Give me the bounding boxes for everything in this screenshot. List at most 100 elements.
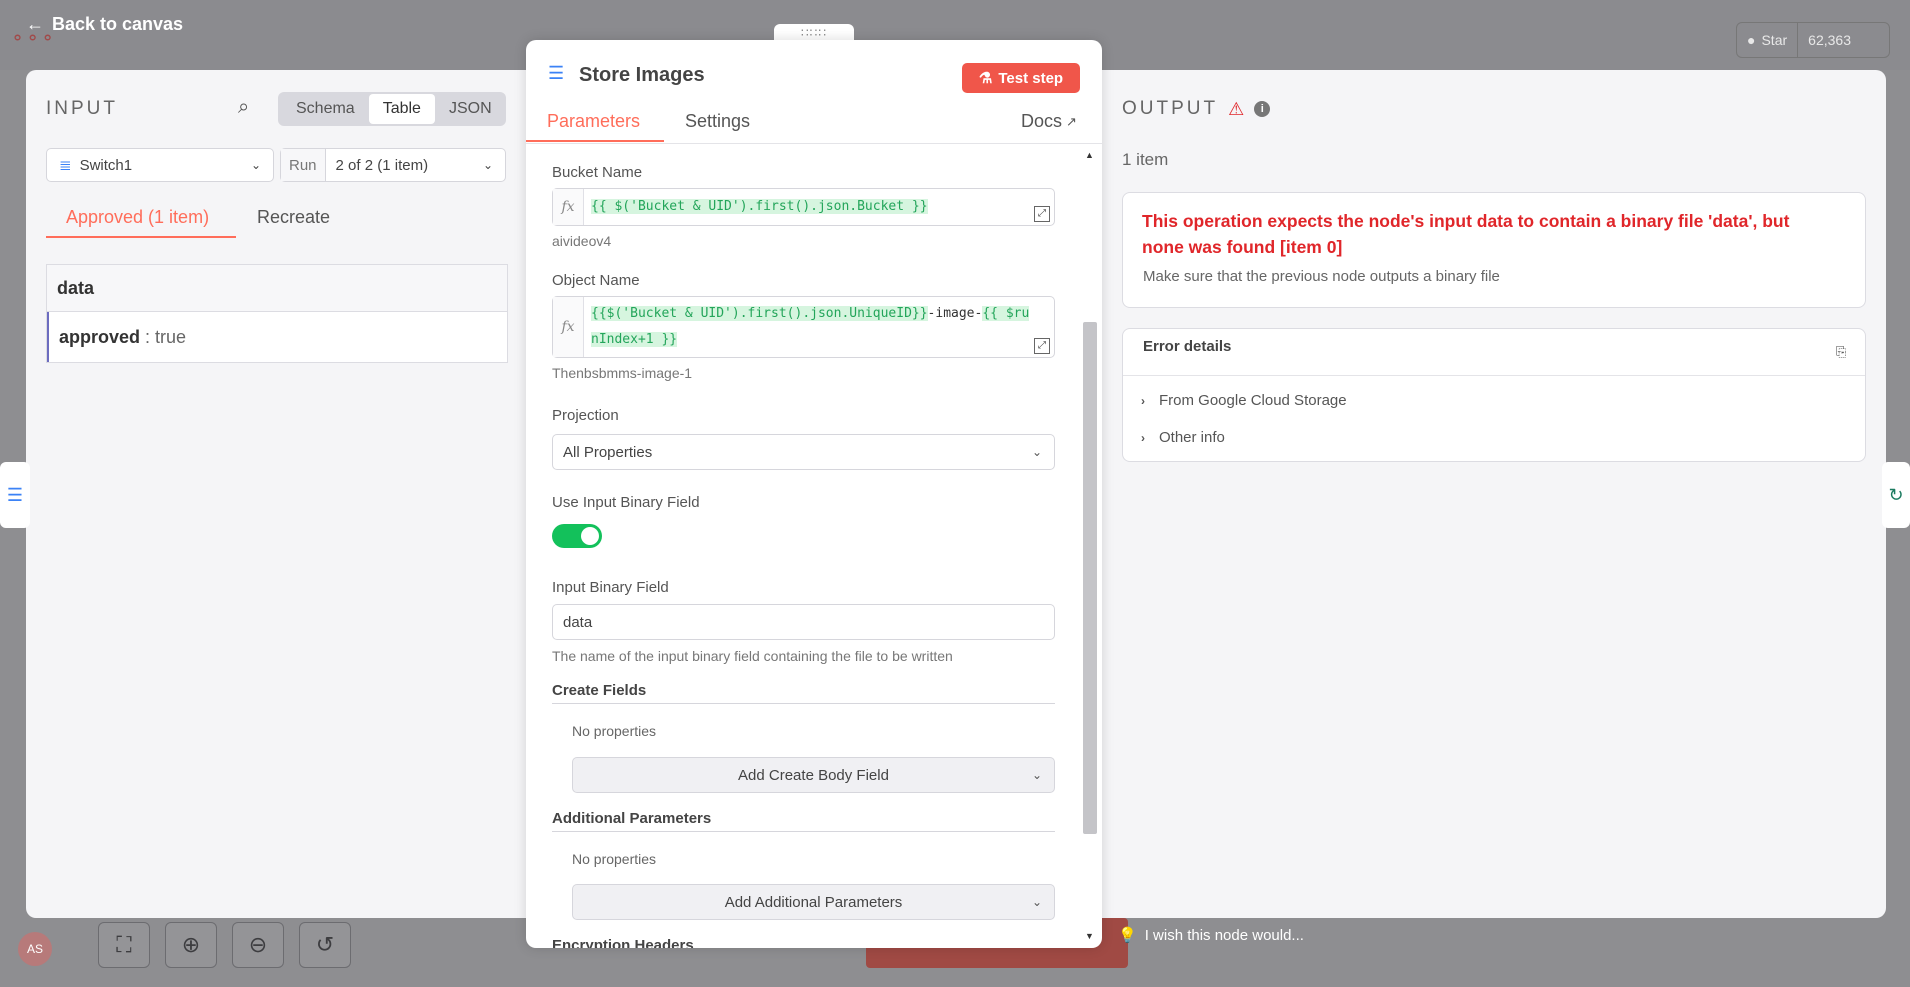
- docs-link[interactable]: Docs ↗: [1021, 111, 1077, 132]
- detail-item-other-info[interactable]: › Other info: [1141, 429, 1225, 446]
- detail-item-label: Other info: [1159, 429, 1225, 446]
- object-name-input[interactable]: fx {{$('Bucket & UID').first().json.Uniq…: [552, 296, 1055, 358]
- reset-zoom-button[interactable]: ↺: [299, 922, 351, 968]
- external-link-icon: ↗: [1066, 113, 1077, 129]
- fx-icon: fx: [553, 189, 584, 225]
- detail-item-google-cloud-storage[interactable]: › From Google Cloud Storage: [1141, 392, 1347, 409]
- zoom-out-button[interactable]: ⊖: [232, 922, 284, 968]
- scroll-up-arrow[interactable]: ▲: [1085, 150, 1094, 160]
- warning-icon: ⚠: [1228, 98, 1245, 119]
- encryption-headers-title: Encryption Headers: [552, 937, 694, 948]
- switch-node-icon: ≣: [59, 157, 72, 174]
- projection-label: Projection: [552, 407, 619, 424]
- row-key: approved: [59, 326, 141, 347]
- github-star-count: 62,363: [1797, 23, 1861, 57]
- chevron-down-icon: ⌄: [1031, 895, 1042, 909]
- avatar[interactable]: AS: [18, 932, 52, 966]
- view-mode-switch: Schema Table JSON: [278, 92, 506, 126]
- right-panel-handle[interactable]: ↻: [1882, 462, 1910, 528]
- chevron-right-icon: ›: [1141, 430, 1145, 445]
- chevron-down-icon: ⌄: [1031, 445, 1042, 459]
- scrollbar-thumb[interactable]: [1083, 322, 1097, 834]
- expand-icon[interactable]: ⤢: [1034, 206, 1050, 222]
- feedback-link[interactable]: 💡 I wish this node would...: [1118, 926, 1304, 945]
- section-divider: [552, 831, 1055, 832]
- copy-icon[interactable]: ⎘: [1836, 344, 1846, 360]
- lightbulb-icon: 💡: [1118, 927, 1137, 944]
- object-name-expression-2a: {{ $ru: [982, 306, 1030, 321]
- chevron-right-icon: ›: [1141, 393, 1145, 408]
- projection-select[interactable]: All Properties ⌄: [552, 434, 1055, 470]
- tab-recreate[interactable]: Recreate: [257, 207, 330, 228]
- fit-view-button[interactable]: ⛶: [98, 922, 150, 968]
- undo-icon: ↺: [315, 932, 335, 957]
- zoom-out-icon: ⊖: [248, 932, 268, 957]
- additional-parameters-empty: No properties: [572, 851, 657, 867]
- input-data-table: data approved : true: [46, 264, 508, 363]
- output-panel-title: OUTPUT: [1122, 98, 1219, 119]
- input-binary-field-input[interactable]: data: [552, 604, 1055, 640]
- object-name-label: Object Name: [552, 272, 640, 289]
- active-tab-indicator: [46, 236, 236, 238]
- input-binary-field-hint: The name of the input binary field conta…: [552, 648, 953, 664]
- view-mode-schema[interactable]: Schema: [282, 94, 369, 124]
- add-create-body-field-button[interactable]: Add Create Body Field ⌄: [572, 757, 1055, 793]
- zoom-in-button[interactable]: ⊕: [165, 922, 217, 968]
- table-header: data: [47, 265, 507, 312]
- object-name-expression-2b: nIndex+1 }}: [591, 332, 678, 347]
- row-separator: :: [140, 326, 156, 347]
- input-binary-field-label: Input Binary Field: [552, 579, 669, 596]
- arrow-left-icon: ←: [26, 14, 44, 34]
- input-panel-title: INPUT: [46, 98, 118, 119]
- back-label: Back to canvas: [52, 14, 184, 34]
- section-divider: [552, 703, 1055, 704]
- refresh-icon: ↻: [1888, 484, 1904, 505]
- left-panel-handle[interactable]: ☰: [0, 462, 30, 528]
- chevron-down-icon: ⌄: [482, 158, 493, 172]
- view-mode-table[interactable]: Table: [368, 94, 435, 124]
- info-icon[interactable]: i: [1254, 101, 1271, 117]
- docs-label: Docs: [1021, 111, 1063, 131]
- test-step-button[interactable]: ⚗ Test step: [962, 63, 1080, 93]
- use-input-binary-label: Use Input Binary Field: [552, 494, 700, 511]
- projection-value: All Properties: [563, 443, 653, 461]
- fit-view-icon: ⛶: [116, 932, 132, 957]
- create-fields-empty: No properties: [572, 723, 657, 739]
- add-additional-parameters-label: Add Additional Parameters: [724, 893, 903, 911]
- run-select[interactable]: Run 2 of 2 (1 item) ⌄: [280, 148, 506, 182]
- expand-icon[interactable]: ⤢: [1034, 338, 1050, 354]
- tab-settings[interactable]: Settings: [685, 111, 750, 132]
- tab-divider: [526, 143, 1102, 144]
- output-header: OUTPUT ⚠ i: [1122, 98, 1271, 120]
- view-mode-json[interactable]: JSON: [435, 94, 506, 124]
- zoom-in-icon: ⊕: [181, 932, 201, 957]
- row-value: true: [155, 326, 187, 347]
- bucket-name-resolved: aivideov4: [552, 233, 612, 249]
- toggle-knob: [581, 527, 599, 545]
- object-name-resolved: Thenbsbmms-image-1: [552, 365, 693, 381]
- github-star-button[interactable]: ● Star 62,363: [1736, 22, 1890, 58]
- bucket-name-expression: {{ $('Bucket & UID').first().json.Bucket…: [591, 199, 928, 214]
- output-item-count: 1 item: [1122, 150, 1169, 169]
- chevron-down-icon: ⌄: [250, 158, 261, 172]
- back-to-canvas-link[interactable]: ← Back to canvas: [26, 14, 183, 35]
- additional-parameters-title: Additional Parameters: [552, 810, 712, 827]
- feedback-label: I wish this node would...: [1144, 926, 1304, 944]
- use-input-binary-toggle[interactable]: [552, 524, 602, 548]
- fx-icon: fx: [553, 297, 584, 357]
- object-name-expression-1: {{$('Bucket & UID').first().json.UniqueI…: [591, 306, 928, 321]
- tab-parameters[interactable]: Parameters: [547, 111, 640, 132]
- tab-approved[interactable]: Approved (1 item): [66, 207, 209, 228]
- table-row: approved : true: [47, 312, 507, 362]
- flask-icon: ⚗: [978, 70, 993, 87]
- error-details-title: Error details: [1143, 338, 1232, 355]
- run-label: Run: [281, 149, 326, 181]
- scroll-down-arrow[interactable]: ▼: [1085, 931, 1094, 941]
- add-additional-parameters-button[interactable]: Add Additional Parameters ⌄: [572, 884, 1055, 920]
- create-fields-title: Create Fields: [552, 682, 647, 699]
- database-icon: ☰: [548, 63, 565, 83]
- bucket-name-input[interactable]: fx {{ $('Bucket & UID').first().json.Buc…: [552, 188, 1055, 226]
- input-node-select[interactable]: ≣ Switch1 ⌄: [46, 148, 274, 182]
- search-icon[interactable]: ⌕: [238, 96, 249, 119]
- section-divider: [1123, 375, 1865, 376]
